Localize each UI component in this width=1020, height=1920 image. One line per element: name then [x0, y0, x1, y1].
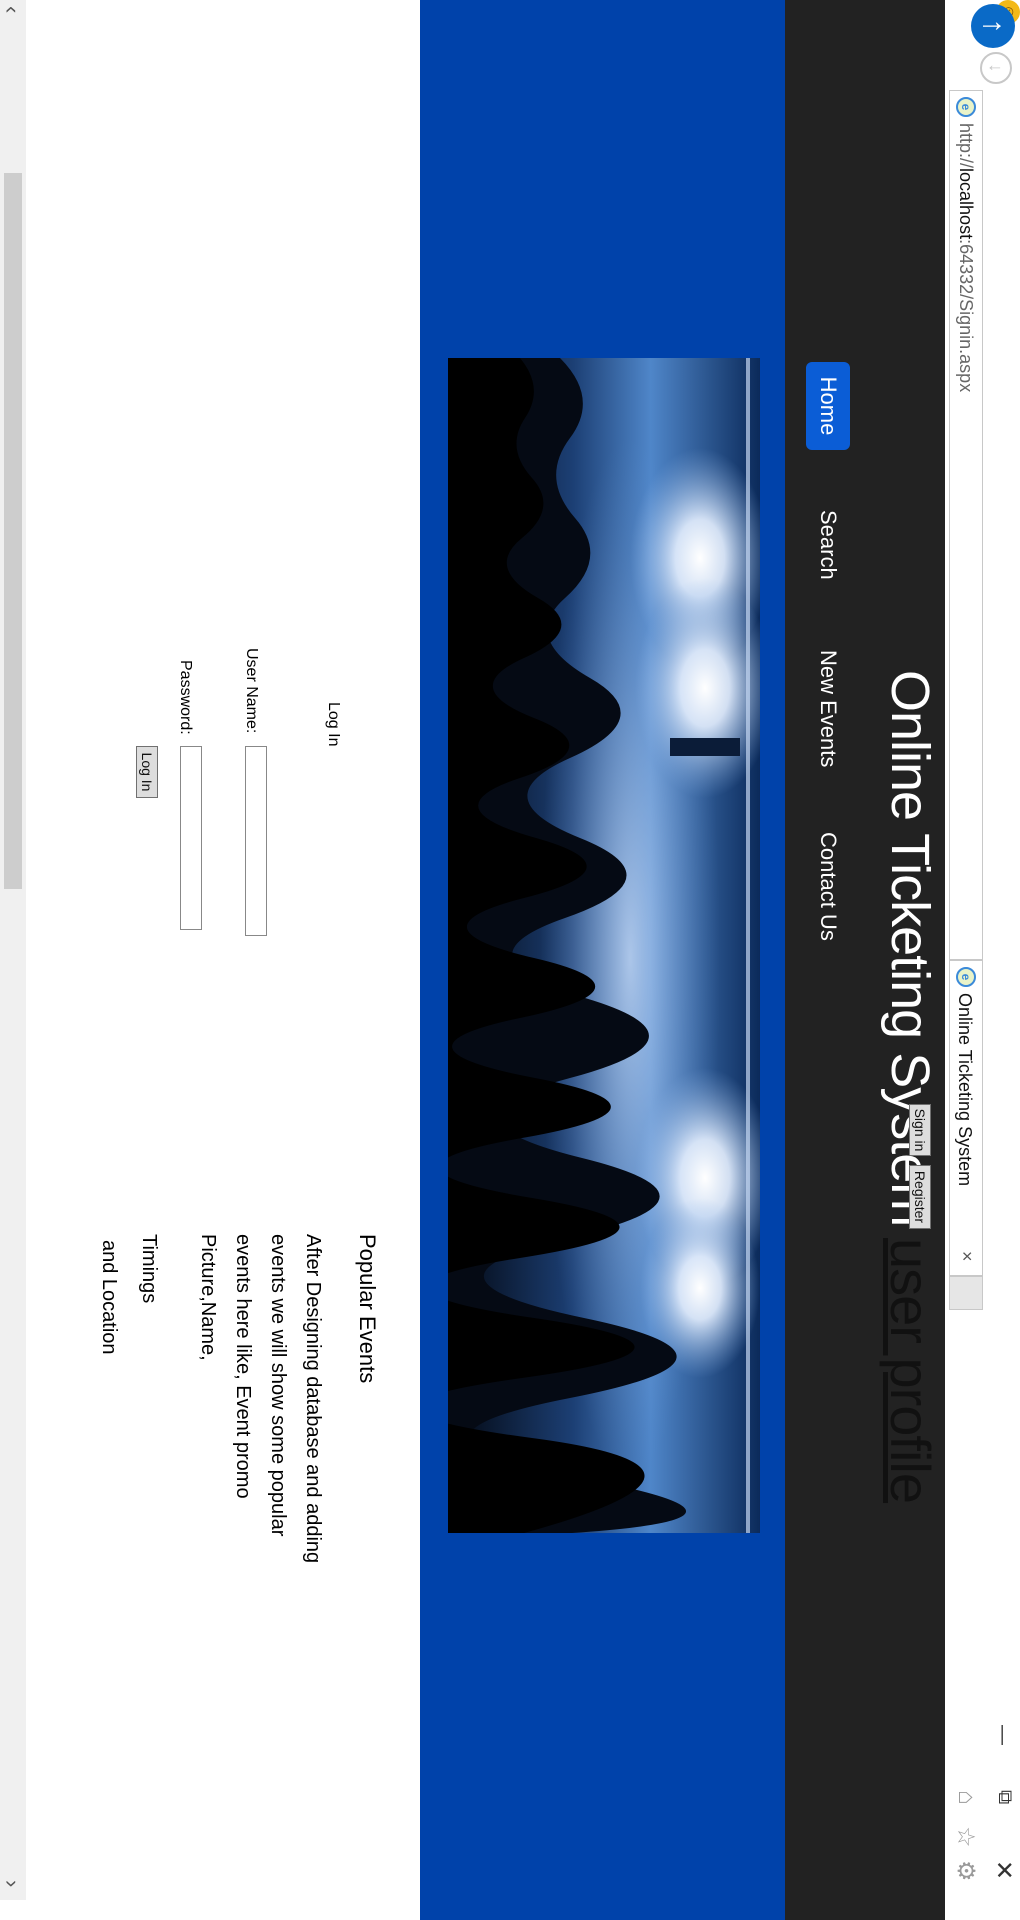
- browser-chrome: ↑ ↓ e http://localhost:64332/Signin.aspx…: [945, 0, 1020, 1920]
- back-arrow-icon: ↑: [977, 18, 1010, 34]
- popular-line: events here like, Event promo: [232, 1234, 254, 1499]
- forward-arrow-icon: ↓: [986, 63, 1007, 73]
- nav-item-contact-us[interactable]: Contact Us: [806, 832, 850, 941]
- favorites-star-icon[interactable]: ☆: [951, 1826, 980, 1848]
- address-bar[interactable]: e http://localhost:64332/Signin.aspx ⚲▾ …: [949, 90, 983, 1028]
- password-input[interactable]: [180, 746, 202, 930]
- forward-button[interactable]: ↓: [980, 52, 1012, 84]
- nav-item-home[interactable]: Home: [806, 362, 850, 450]
- sign-in-button[interactable]: Sign in: [909, 1104, 931, 1156]
- minimize-icon[interactable]: —: [991, 1725, 1014, 1745]
- register-button[interactable]: Register: [909, 1165, 931, 1229]
- site-header: Online Ticketing System Sign in Register…: [785, 0, 945, 1920]
- login-button[interactable]: Log In: [136, 746, 158, 798]
- url-host: localhost: [956, 168, 976, 240]
- scroll-right-icon[interactable]: ›: [0, 1880, 25, 1887]
- main-nav: Home Search New Events Contact Us: [800, 0, 850, 1920]
- horizontal-scrollbar[interactable]: ‹ ›: [0, 0, 26, 1900]
- password-label: Password:: [177, 660, 194, 735]
- tab-title: Online Ticketing System: [955, 993, 975, 1187]
- address-url[interactable]: http://localhost:64332/Signin.aspx: [955, 123, 976, 392]
- browser-tab[interactable]: e Online Ticketing System ×: [949, 960, 983, 1276]
- username-input[interactable]: [245, 746, 267, 936]
- concert-crowd-image: [448, 358, 760, 1533]
- scroll-left-icon[interactable]: ‹: [0, 6, 25, 13]
- banner: [420, 0, 785, 1920]
- close-icon[interactable]: ✕: [989, 1860, 1018, 1880]
- user-profile-link[interactable]: user profile: [878, 1238, 943, 1503]
- popular-line: Picture,Name,: [197, 1234, 219, 1361]
- url-prefix: http://: [956, 123, 976, 169]
- popular-line: events we will show some popular: [267, 1234, 289, 1537]
- scrollbar-thumb[interactable]: [4, 173, 22, 889]
- popular-timings: Timings: [138, 1234, 160, 1304]
- browser-window: ↑ ↓ e http://localhost:64332/Signin.aspx…: [0, 0, 1020, 1920]
- tab-close-icon[interactable]: ×: [956, 1251, 977, 1262]
- username-label: User Name:: [243, 648, 260, 734]
- popular-events-title: Popular Events: [355, 1234, 380, 1384]
- url-path: :64332/Signin.aspx: [956, 239, 976, 393]
- popular-location: and Location: [98, 1240, 120, 1355]
- nav-item-search[interactable]: Search: [806, 510, 850, 580]
- popular-line: After Designing database and adding: [302, 1234, 324, 1564]
- new-tab-button[interactable]: [949, 1276, 983, 1310]
- back-button[interactable]: ↑: [971, 4, 1015, 48]
- popular-events-description: After Designing database and adding even…: [190, 1234, 330, 1564]
- home-icon[interactable]: ⌂: [952, 1790, 980, 1805]
- tab-ie-icon: e: [956, 967, 976, 987]
- gear-icon[interactable]: ⚙: [951, 1860, 980, 1882]
- ie-logo-icon: e: [956, 97, 976, 117]
- login-title: Log In: [325, 702, 342, 747]
- maximize-icon[interactable]: ⧉: [993, 1790, 1016, 1804]
- nav-item-new-events[interactable]: New Events: [806, 650, 850, 767]
